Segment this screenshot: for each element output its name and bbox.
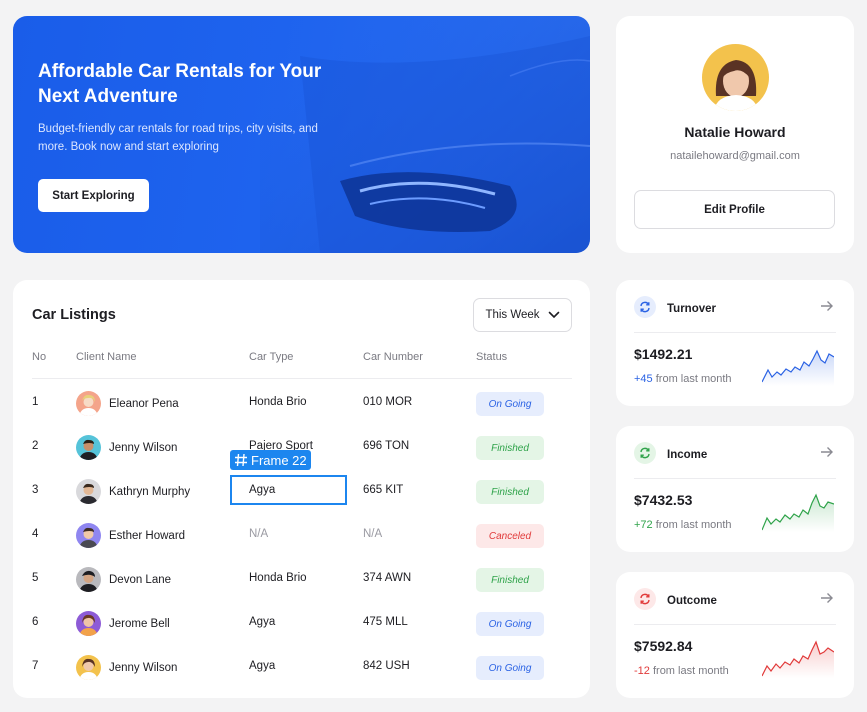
row-no: 6: [32, 616, 39, 628]
client-name: Kathryn Murphy: [109, 485, 191, 498]
period-dropdown[interactable]: This Week: [473, 298, 572, 332]
turnover-card[interactable]: Turnover $1492.21 +45 from last month: [616, 280, 854, 406]
hero-banner: Affordable Car Rentals for Your Next Adv…: [13, 16, 590, 253]
sparkline-chart: [762, 493, 834, 532]
status-badge: On Going: [476, 656, 544, 680]
client-name: Eleanor Pena: [109, 397, 179, 410]
arrow-right-icon[interactable]: [820, 300, 834, 312]
sparkline-chart: [762, 640, 834, 678]
status-badge: Finished: [476, 568, 544, 592]
table-row[interactable]: 1 Eleanor Pena Honda Brio 010 MOR On Goi…: [32, 381, 572, 425]
client-name: Devon Lane: [109, 573, 172, 586]
stat-value: $1492.21: [634, 346, 693, 362]
col-status: Status: [476, 351, 508, 363]
stat-change: -12 from last month: [634, 665, 729, 677]
refresh-icon: [634, 442, 656, 464]
row-no: 2: [32, 440, 39, 452]
refresh-icon: [634, 588, 656, 610]
status-badge: Finished: [476, 480, 544, 504]
stat-label: Turnover: [667, 303, 716, 315]
car-type: Agya: [249, 616, 276, 628]
outcome-card[interactable]: Outcome $7592.84 -12 from last month: [616, 572, 854, 698]
table-row[interactable]: 4 Esther Howard N/A N/A Canceled: [32, 513, 572, 557]
car-number: 842 USH: [363, 660, 410, 672]
car-number: 665 KIT: [363, 484, 404, 496]
refresh-icon: [634, 296, 656, 318]
row-no: 5: [32, 572, 39, 584]
avatar: [76, 611, 101, 636]
frame-label[interactable]: Frame 22: [230, 450, 311, 470]
stat-value: $7592.84: [634, 638, 693, 654]
table-header: No Client Name Car Type Car Number Statu…: [32, 351, 572, 379]
car-type: Honda Brio: [249, 572, 307, 584]
row-no: 3: [32, 484, 39, 496]
hero-title: Affordable Car Rentals for Your Next Adv…: [38, 61, 322, 107]
row-no: 4: [32, 528, 39, 540]
car-number: N/A: [363, 528, 383, 540]
stat-change: +45 from last month: [634, 373, 732, 385]
table-row[interactable]: 6 Jerome Bell Agya 475 MLL On Going: [32, 601, 572, 645]
car-type: N/A: [249, 528, 269, 540]
sparkline-chart: [762, 349, 834, 386]
status-badge: On Going: [476, 392, 544, 416]
avatar: [76, 655, 101, 680]
edit-profile-button[interactable]: Edit Profile: [634, 190, 835, 229]
car-type: Honda Brio: [249, 396, 307, 408]
car-number: 374 AWN: [363, 572, 412, 584]
avatar: [76, 435, 101, 460]
car-number: 696 TON: [363, 440, 410, 452]
avatar: [76, 523, 101, 548]
frame-label-text: Frame 22: [251, 452, 307, 468]
table-row[interactable]: 7 Jenny Wilson Agya 842 USH On Going: [32, 645, 572, 689]
car-type: Agya: [249, 660, 276, 672]
client-name: Jenny Wilson: [109, 661, 178, 674]
income-card[interactable]: Income $7432.53 +72 from last month: [616, 426, 854, 552]
divider: [634, 478, 836, 479]
profile-name: Natalie Howard: [684, 124, 786, 140]
stat-change: +72 from last month: [634, 519, 732, 531]
avatar: [702, 44, 769, 111]
status-badge: Canceled: [476, 524, 544, 548]
car-number: 010 MOR: [363, 396, 413, 408]
avatar: [76, 567, 101, 592]
hash-icon: [235, 453, 247, 467]
status-badge: On Going: [476, 612, 544, 636]
client-name: Esther Howard: [109, 529, 186, 542]
avatar: [76, 479, 101, 504]
car-number: 475 MLL: [363, 616, 408, 628]
divider: [634, 624, 836, 625]
arrow-right-icon[interactable]: [820, 446, 834, 458]
client-name: Jenny Wilson: [109, 441, 178, 454]
col-type: Car Type: [249, 351, 294, 363]
stat-label: Income: [667, 449, 708, 461]
stat-value: $7432.53: [634, 492, 693, 508]
table-row[interactable]: 5 Devon Lane Honda Brio 374 AWN Finished: [32, 557, 572, 601]
hero-subtitle: Budget-friendly car rentals for road tri…: [38, 123, 318, 153]
col-no: No: [32, 351, 47, 363]
col-client: Client Name: [76, 351, 137, 363]
row-no: 1: [32, 396, 39, 408]
chevron-down-icon: [548, 311, 559, 319]
profile-card: Natalie Howard natailehoward@gmail.com E…: [616, 16, 854, 253]
avatar: [76, 391, 101, 416]
frame-selection-box: [230, 475, 347, 505]
stat-label: Outcome: [667, 595, 717, 607]
divider: [634, 332, 836, 333]
client-name: Jerome Bell: [109, 617, 170, 630]
col-number: Car Number: [363, 351, 423, 363]
start-exploring-button[interactable]: Start Exploring: [38, 179, 149, 212]
row-no: 7: [32, 660, 39, 672]
period-label: This Week: [485, 309, 540, 321]
listings-title: Car Listings: [32, 307, 116, 323]
profile-email: natailehoward@gmail.com: [670, 150, 800, 162]
status-badge: Finished: [476, 436, 544, 460]
arrow-right-icon[interactable]: [820, 592, 834, 604]
